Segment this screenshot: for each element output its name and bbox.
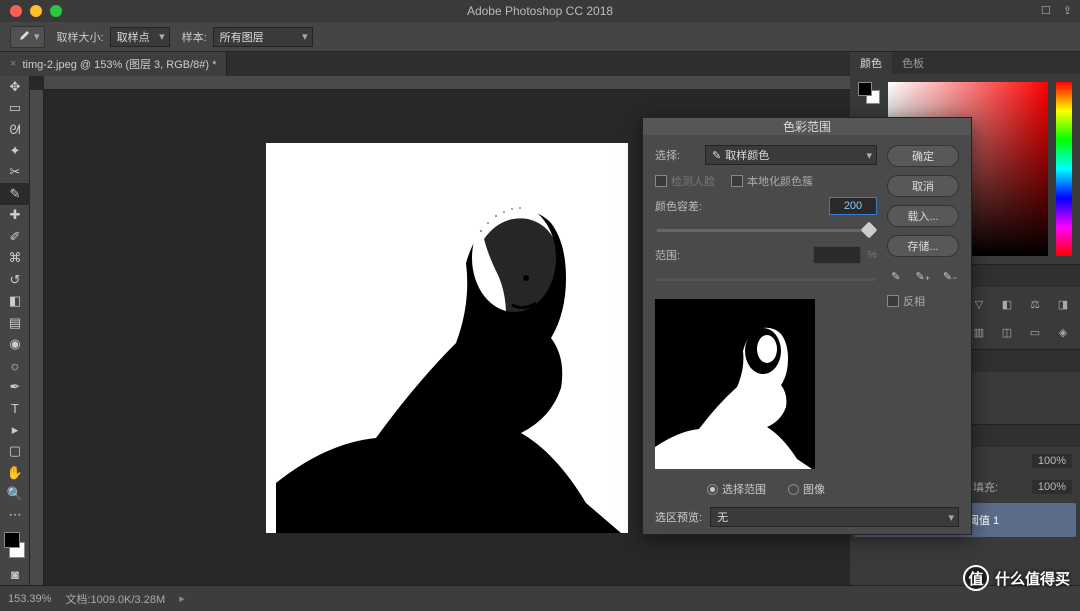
tab-color[interactable]: 颜色 [850,52,892,74]
blur-tool[interactable]: ◉ [0,333,30,354]
eraser-tool[interactable]: ◧ [0,290,30,311]
type-tool[interactable]: T [0,398,30,419]
selective-icon[interactable]: ◈ [1054,323,1072,341]
fuzziness-input[interactable]: 200 [829,197,877,215]
gradient-tool[interactable]: ▤ [0,312,30,333]
eyedropper-tool[interactable]: ✎ [0,183,30,204]
tab-document[interactable]: × timg-2.jpeg @ 153% (图层 3, RGB/8#) * [0,52,227,76]
fuzziness-slider[interactable] [657,229,875,232]
dialog-title: 色彩范围 [643,118,971,135]
opacity-value[interactable]: 100% [1032,454,1072,468]
hand-tool[interactable]: ✋ [0,462,30,483]
brush-tool[interactable]: ✐ [0,226,30,247]
balance-icon[interactable]: ⚖ [1026,295,1044,313]
bw-icon[interactable]: ◨ [1054,295,1072,313]
watermark: 值 什么值得买 [963,565,1070,591]
fuzziness-label: 颜色容差: [655,198,717,214]
maximize-window-icon[interactable] [50,5,62,17]
fill-value[interactable]: 100% [1032,480,1072,494]
eyedropper-minus-icon[interactable]: ✎₋ [942,267,959,285]
sample-size-select[interactable]: 取样点 [110,27,170,47]
threshold-icon[interactable]: ◫ [998,323,1016,341]
history-brush-tool[interactable]: ↺ [0,269,30,290]
load-button[interactable]: 载入... [887,205,959,227]
fill-label: 填充: [973,479,998,495]
share-area: ☐ ⇪ [1041,4,1072,17]
edit-toolbar[interactable]: ⋯ [0,505,30,526]
heal-tool[interactable]: ✚ [0,205,30,226]
marquee-tool[interactable]: ▭ [0,97,30,118]
minimize-window-icon[interactable] [30,5,42,17]
color-range-dialog: 色彩范围 选择: ✎取样颜色 检测人脸 本地化颜色簇 颜色容差: 200 范围: [642,117,972,535]
watermark-logo: 值 [963,565,989,591]
move-tool[interactable]: ✥ [0,76,30,97]
vibrance-icon[interactable]: ▽ [970,295,988,313]
vertical-ruler [30,90,44,585]
close-tab-icon[interactable]: × [10,58,16,70]
cancel-button[interactable]: 取消 [887,175,959,197]
selection-preview[interactable] [655,299,815,469]
posterize-icon[interactable]: ▥ [970,323,988,341]
localized-checkbox[interactable]: 本地化颜色簇 [731,173,813,189]
quick-select-tool[interactable]: ✦ [0,140,30,161]
window-controls [10,5,62,17]
hue-icon[interactable]: ◧ [998,295,1016,313]
search-icon[interactable]: ☐ [1041,4,1051,17]
quick-mask[interactable]: ◙ [0,564,30,585]
lasso-tool[interactable]: ᘛ [0,119,30,140]
layer-name[interactable]: 阈值 1 [968,512,999,528]
range-unit: % [867,249,877,261]
tab-swatches[interactable]: 色板 [892,52,934,74]
hue-slider[interactable] [1056,82,1072,256]
status-bar: 153.39% 文档:1009.0K/3.28M ▸ [0,585,1080,611]
options-bar: ▾ 取样大小: 取样点 样本: 所有图层 [0,22,1080,52]
tools-panel: ✥ ▭ ᘛ ✦ ✂ ✎ ✚ ✐ ⌘ ↺ ◧ ▤ ◉ ☼ ✒ T ▸ ▢ ✋ 🔍 … [0,76,30,585]
eyedropper-icon[interactable]: ✎ [887,267,904,285]
save-button[interactable]: 存储... [887,235,959,257]
select-method-dropdown[interactable]: ✎取样颜色 [705,145,877,165]
detect-faces-checkbox: 检测人脸 [655,173,715,189]
clone-tool[interactable]: ⌘ [0,248,30,269]
share-icon[interactable]: ⇪ [1063,4,1072,17]
doc-info[interactable]: 文档:1009.0K/3.28M [65,591,165,607]
path-select-tool[interactable]: ▸ [0,419,30,440]
range-label: 范围: [655,247,699,263]
radio-selection[interactable]: 选择范围 [707,481,766,497]
dodge-tool[interactable]: ☼ [0,355,30,376]
watermark-text: 什么值得买 [995,568,1070,589]
sample-label: 样本: [182,29,207,45]
sample-layers-select[interactable]: 所有图层 [213,27,313,47]
range-input [813,246,861,264]
app-title: Adobe Photoshop CC 2018 [467,4,613,18]
document-canvas[interactable] [266,143,628,533]
range-slider [657,278,875,281]
color-swatch[interactable] [4,532,25,557]
horizontal-ruler [44,76,850,90]
pen-tool[interactable]: ✒ [0,376,30,397]
select-label: 选择: [655,147,699,163]
tab-title: timg-2.jpeg @ 153% (图层 3, RGB/8#) * [22,56,216,72]
gradmap-icon[interactable]: ▭ [1026,323,1044,341]
invert-checkbox[interactable]: 反相 [887,293,959,309]
sample-size-label: 取样大小: [57,29,104,45]
ok-button[interactable]: 确定 [887,145,959,167]
panel-color-swatch[interactable] [858,82,880,104]
close-window-icon[interactable] [10,5,22,17]
selection-preview-label: 选区预览: [655,509,702,525]
selection-preview-select[interactable]: 无 [710,507,959,527]
zoom-level[interactable]: 153.39% [8,593,51,605]
radio-image[interactable]: 图像 [788,481,825,497]
crop-tool[interactable]: ✂ [0,162,30,183]
shape-tool[interactable]: ▢ [0,440,30,461]
tool-preset-button[interactable]: ▾ [10,26,45,48]
eyedropper-plus-icon[interactable]: ✎₊ [914,267,931,285]
zoom-tool[interactable]: 🔍 [0,483,30,504]
title-bar: Adobe Photoshop CC 2018 ☐ ⇪ [0,0,1080,22]
